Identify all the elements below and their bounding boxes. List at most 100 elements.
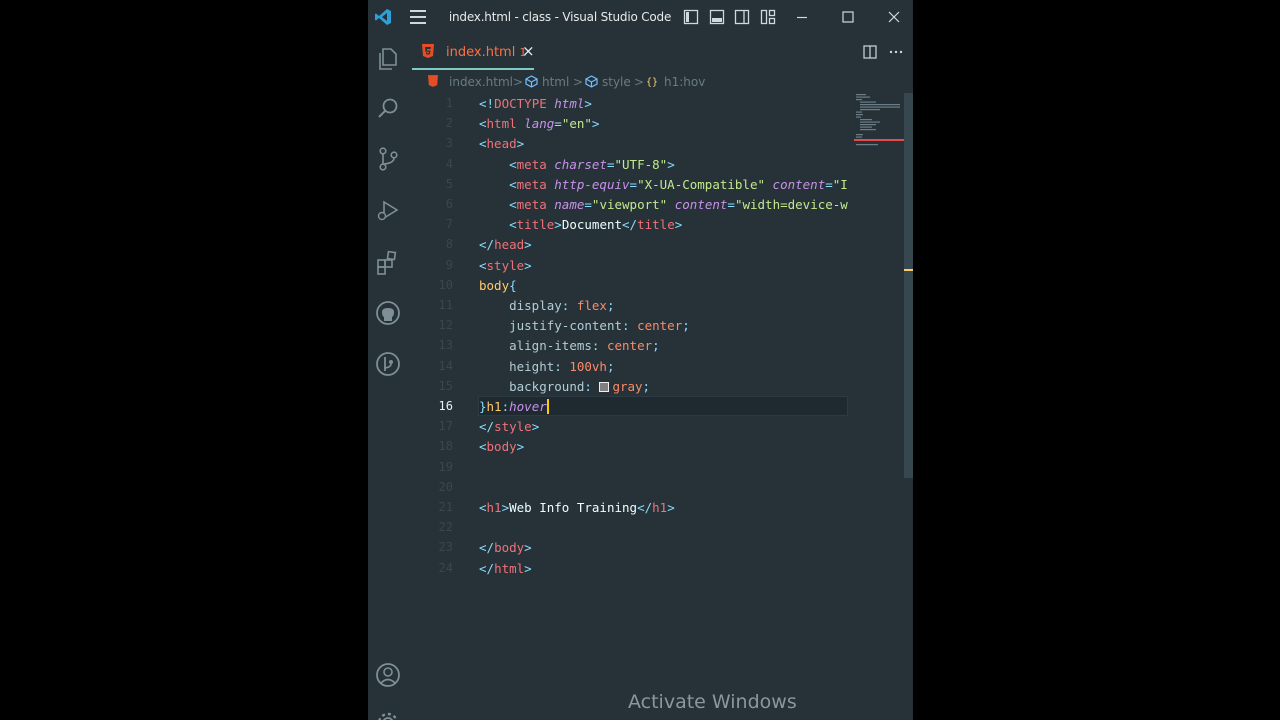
code-line: </body> [479,540,532,555]
accounts-icon[interactable] [374,661,402,689]
code-token: : [591,338,607,354]
text-cursor [546,399,549,414]
code-token: > [674,217,683,233]
code-token: gray [612,378,643,394]
code-token: <! [479,96,495,111]
code-token: > [531,419,540,435]
toggle-primary-sidebar-icon[interactable] [683,9,699,25]
code-line: <meta name="viewport" content="width=dev… [479,197,848,212]
code-token: > [667,156,675,172]
code-token: = [554,116,562,132]
activate-windows-watermark: Activate Windows [628,691,797,713]
code-token: : [554,358,570,374]
code-token: ; [606,298,615,313]
color-swatch-gray[interactable] [599,381,610,392]
code-token: > [667,500,675,515]
code-token: content [772,176,826,192]
split-editor-icon[interactable] [862,44,878,60]
code-token: meta [516,197,547,212]
code-token: meta [516,176,547,192]
code-token: < [479,500,487,515]
code-line: <meta http-equiv="X-UA-Compatible" conte… [479,177,848,192]
code-line: <meta charset="UTF-8"> [479,157,675,172]
code-editor[interactable]: 1 2 3 4 5 6 7 8 9 10 11 12 13 14 15 16 17 18 19 20 21 22 23 24 … [408,93,913,693]
code-token: < [509,217,517,233]
line-number: 11 [438,298,453,312]
line-number: 3 [445,136,453,151]
html5-file-icon [428,75,438,87]
code-token: ; [682,318,690,334]
code-token: = [584,197,592,212]
github-icon[interactable] [374,299,402,327]
code-line: display: flex; [479,298,615,313]
code-token: head [494,237,525,253]
line-number: 8 [445,237,453,252]
style-element-icon [585,75,598,88]
extensions-icon[interactable] [374,249,402,277]
breadcrumb-item-selector[interactable]: h1:hov [664,75,705,89]
line-number: 7 [445,217,453,232]
code-token: DOCTYPE [494,96,547,111]
breadcrumb-item-html[interactable]: html [542,75,569,89]
code-token: h1 [652,500,668,515]
code-token: "I [832,176,848,192]
search-icon[interactable] [374,95,402,123]
run-and-debug-icon[interactable] [374,196,402,224]
git-graph-icon[interactable] [374,350,402,378]
code-token: < [479,116,487,132]
html5-file-icon [422,44,434,58]
code-line: </style> [479,419,539,434]
code-token: < [509,176,517,192]
code-token: lang [524,116,555,132]
code-token: </ [479,560,495,576]
customize-layout-icon[interactable] [760,9,776,25]
code-line: <h1>Web Info Training</h1> [479,500,675,515]
code-token: content [674,197,728,212]
code-token: h1 [486,500,502,515]
toggle-secondary-sidebar-icon[interactable] [734,9,750,25]
code-token: style [494,419,532,435]
code-token: hover [509,399,547,414]
code-token: > [524,257,532,273]
line-number: 5 [445,176,453,191]
source-control-icon[interactable] [374,145,402,173]
code-token: </ [637,500,653,515]
scrollbar-cursor-marker [904,269,913,271]
code-line: </head> [479,237,532,252]
svg-text:{}: {} [646,77,658,87]
maximize-icon[interactable] [840,9,856,25]
code-token: 100vh [569,358,607,374]
code-line: <style> [479,258,532,273]
breadcrumb-separator: > [513,75,524,89]
breadcrumb-item-file[interactable]: index.html [449,75,513,89]
close-window-icon[interactable] [886,9,902,25]
code-token: > [584,96,592,111]
toggle-panel-icon[interactable] [709,9,725,25]
code-line: <head> [479,136,524,151]
minimap[interactable] [854,93,904,153]
code-token: > [501,500,510,515]
tab-index-html[interactable]: index.html 1 × [412,35,535,70]
explorer-icon[interactable] [374,44,402,72]
code-token: "X-UA-Compatible" [637,176,766,192]
code-token: = [727,197,735,212]
minimize-icon[interactable] [794,9,810,25]
code-token: = [825,176,833,192]
breadcrumb-item-style[interactable]: style [602,75,631,89]
menu-icon[interactable] [410,10,426,24]
manage-gear-icon[interactable] [374,709,402,720]
code-token: title [637,217,675,233]
more-actions-icon[interactable] [888,44,904,60]
tab-close-icon[interactable]: × [522,42,535,60]
vertical-scrollbar[interactable] [904,93,913,478]
breadcrumb-separator: > [634,75,645,89]
code-token: Document [561,217,623,233]
